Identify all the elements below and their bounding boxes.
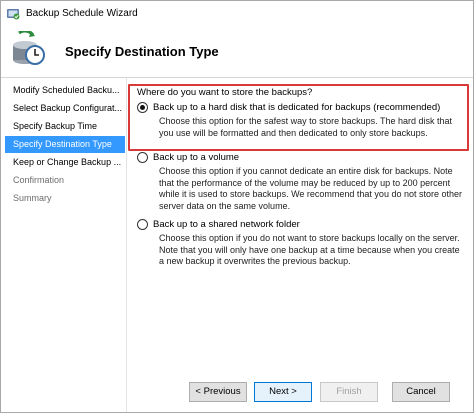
dedicated-disk-description: Choose this option for the safest way to… bbox=[159, 116, 452, 138]
sidebar-item-select-backup-configuration[interactable]: Select Backup Configurat... bbox=[5, 100, 125, 117]
dedicated-disk-label[interactable]: Back up to a hard disk that is dedicated… bbox=[153, 102, 440, 113]
sidebar-item-confirmation: Confirmation bbox=[13, 175, 65, 185]
option-volume: Back up to a volume Choose this option i… bbox=[137, 150, 467, 212]
page-title: Specify Destination Type bbox=[65, 44, 219, 59]
sidebar-item-specify-destination-type[interactable]: Specify Destination Type bbox=[5, 136, 125, 153]
window-title: Backup Schedule Wizard bbox=[26, 7, 138, 19]
wizard-header: Specify Destination Type bbox=[1, 25, 473, 77]
sidebar-item-keep-or-change-backup[interactable]: Keep or Change Backup ... bbox=[5, 154, 125, 171]
wizard-window: Backup Schedule Wizard Specify Destinati… bbox=[0, 0, 474, 413]
cancel-button[interactable]: Cancel bbox=[392, 382, 450, 402]
volume-radio[interactable] bbox=[137, 151, 148, 163]
option-dedicated-hard-disk: Back up to a hard disk that is dedicated… bbox=[137, 100, 467, 139]
sidebar-item-modify-scheduled-backup[interactable]: Modify Scheduled Backu... bbox=[5, 82, 125, 99]
network-folder-description: Choose this option if you do not want to… bbox=[159, 233, 460, 266]
sidebar-item-specify-backup-time[interactable]: Specify Backup Time bbox=[5, 118, 125, 135]
main-content: Where do you want to store the backups? … bbox=[128, 78, 473, 412]
dedicated-disk-radio[interactable] bbox=[137, 101, 148, 113]
volume-description: Choose this option if you cannot dedicat… bbox=[159, 166, 462, 211]
title-bar: Backup Schedule Wizard bbox=[1, 1, 473, 25]
volume-label[interactable]: Back up to a volume bbox=[153, 152, 239, 163]
finish-button: Finish bbox=[320, 382, 378, 402]
backup-clock-icon bbox=[13, 31, 45, 65]
backup-wizard-icon bbox=[7, 9, 20, 20]
network-folder-label[interactable]: Back up to a shared network folder bbox=[153, 219, 300, 230]
wizard-steps-sidebar: Modify Scheduled Backu... Select Backup … bbox=[1, 78, 127, 412]
sidebar-item-summary: Summary bbox=[13, 193, 52, 203]
next-button[interactable]: Next > bbox=[254, 382, 312, 402]
network-folder-radio[interactable] bbox=[137, 218, 148, 230]
option-shared-network-folder: Back up to a shared network folder Choos… bbox=[137, 217, 467, 268]
previous-button[interactable]: < Previous bbox=[189, 382, 247, 402]
